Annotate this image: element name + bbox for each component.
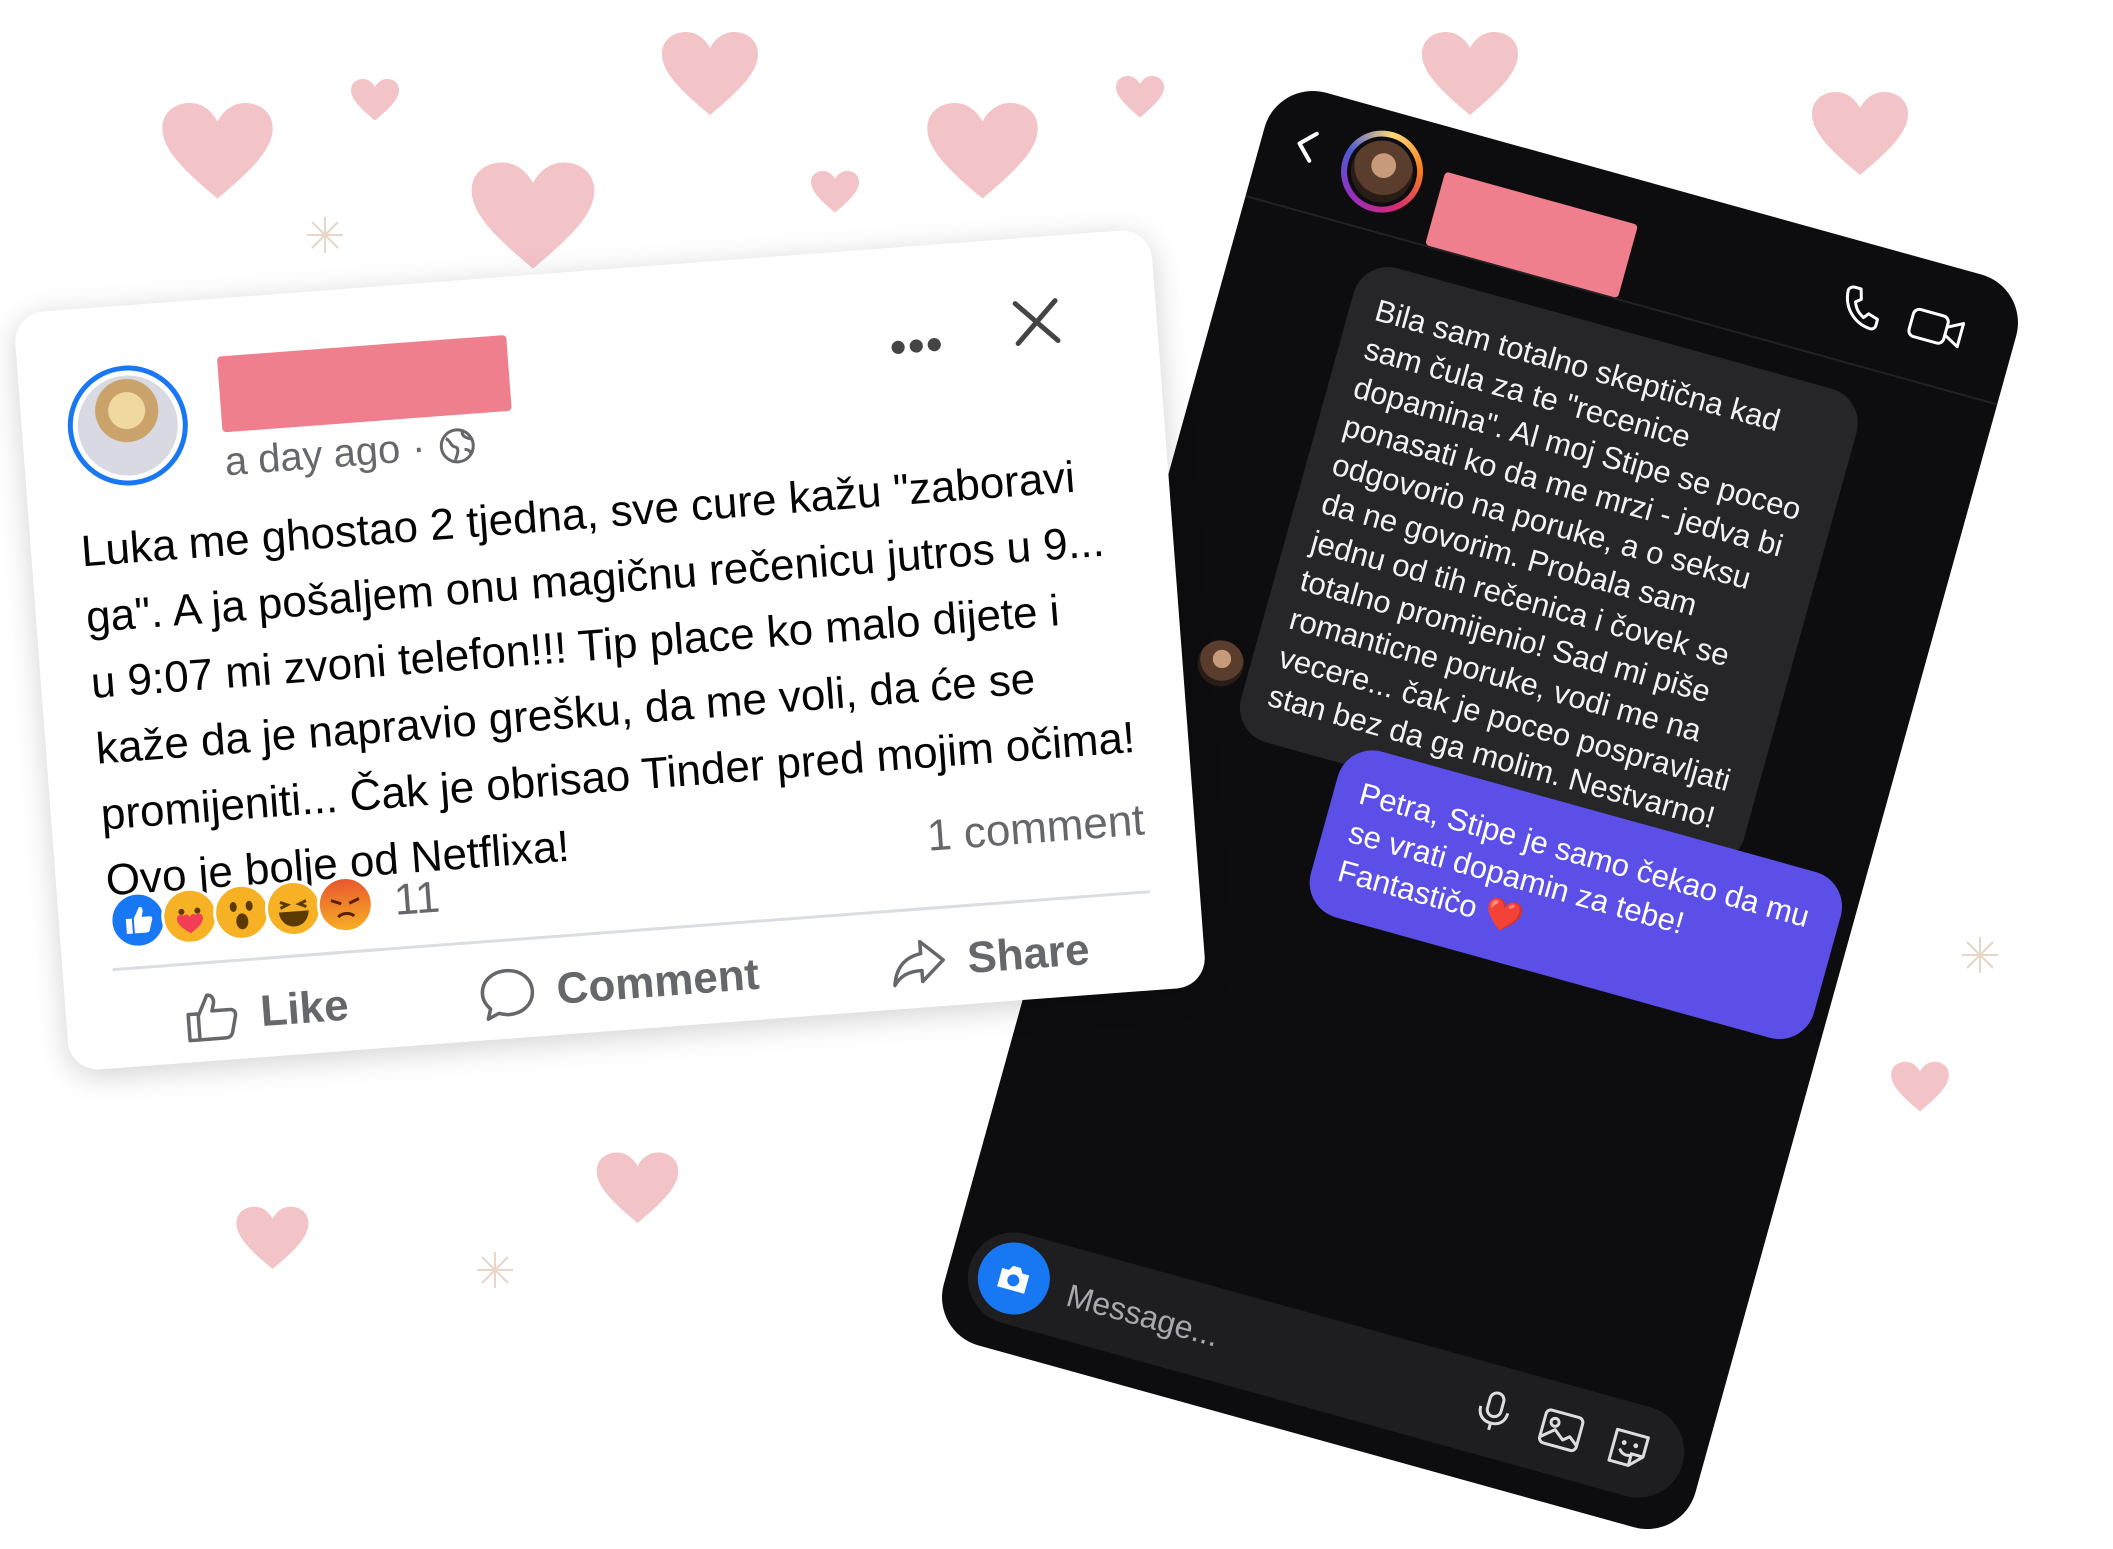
- message-composer: [957, 1221, 1695, 1509]
- meta-separator: ·: [410, 425, 427, 471]
- angry-icon: [316, 876, 374, 934]
- post-meta: a day ago ·: [223, 421, 479, 485]
- author-photo: [74, 371, 182, 480]
- reaction-count: 11: [392, 872, 442, 925]
- heart-decoration: [1115, 75, 1165, 120]
- share-label: Share: [965, 924, 1092, 984]
- heart-decoration: [1810, 90, 1910, 180]
- share-arrow-icon: [893, 939, 946, 988]
- author-name-redacted: [216, 334, 512, 433]
- heart-decoration: [810, 170, 860, 215]
- sticker-icon[interactable]: [1599, 1419, 1658, 1478]
- heart-decoration: [595, 1150, 680, 1228]
- sparkle-decoration: [477, 1252, 513, 1288]
- contact-avatar[interactable]: [1331, 121, 1433, 223]
- sparkle-decoration: [1962, 937, 1998, 973]
- heart-decoration: [1890, 1060, 1950, 1115]
- heart-decoration: [660, 30, 760, 120]
- heart-decoration: [468, 160, 598, 275]
- contact-name-redacted: [1425, 171, 1639, 299]
- heart-decoration: [235, 1205, 310, 1273]
- facebook-post-card: a day ago · ••• Luka me ghostao 2 tjedna…: [13, 228, 1207, 1072]
- globe-icon: [439, 427, 475, 463]
- phone-call-icon[interactable]: [1833, 278, 1892, 337]
- like-button[interactable]: Like: [179, 975, 351, 1049]
- heart-decoration: [1420, 30, 1520, 120]
- share-button[interactable]: Share: [885, 919, 1091, 996]
- sparkle-decoration: [307, 217, 343, 253]
- comment-label: Comment: [554, 949, 761, 1014]
- comment-bubble-icon: [481, 968, 535, 1021]
- heart-decoration: [350, 78, 400, 123]
- back-arrow-icon[interactable]: [1283, 121, 1332, 170]
- author-avatar[interactable]: [63, 361, 193, 490]
- sender-avatar: [1192, 635, 1250, 692]
- video-call-icon[interactable]: [1902, 298, 1971, 360]
- comment-button[interactable]: Comment: [475, 944, 762, 1027]
- contact-photo: [1338, 128, 1426, 215]
- close-icon[interactable]: [1004, 290, 1068, 354]
- camera-icon: [997, 1265, 1030, 1294]
- gallery-icon[interactable]: [1532, 1401, 1591, 1460]
- heart-decoration: [160, 100, 275, 205]
- microphone-icon[interactable]: [1464, 1382, 1523, 1441]
- camera-button[interactable]: [969, 1234, 1059, 1323]
- more-options-button[interactable]: •••: [888, 316, 946, 374]
- like-label: Like: [258, 980, 351, 1037]
- post-timestamp[interactable]: a day ago: [223, 427, 402, 485]
- message-input[interactable]: [1060, 1273, 1422, 1412]
- thumbs-up-icon: [186, 993, 238, 1043]
- heart-decoration: [925, 100, 1040, 205]
- incoming-message-bubble: Bila sam totalno skeptična kad sam čula …: [1231, 258, 1867, 873]
